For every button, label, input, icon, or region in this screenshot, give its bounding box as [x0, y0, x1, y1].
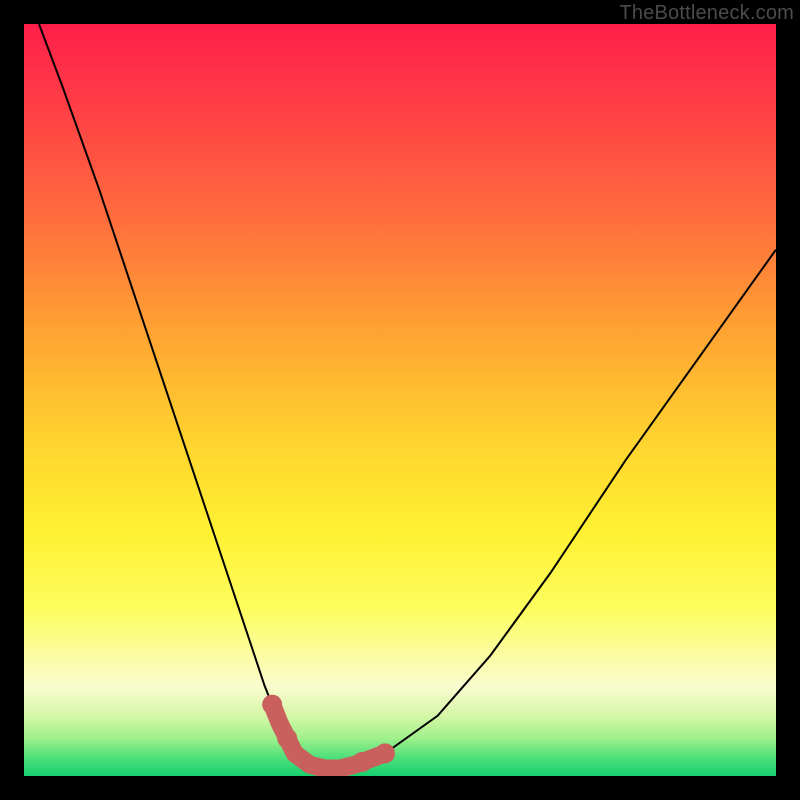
- bottleneck-curve-line: [39, 24, 776, 769]
- highlight-dot-right-1: [352, 752, 372, 772]
- highlight-dot-right-2: [375, 743, 395, 763]
- curve-group: [39, 24, 776, 772]
- plot-area: [24, 24, 776, 776]
- highlight-dot-left-2: [277, 728, 297, 748]
- highlight-dot-left-1: [262, 695, 282, 715]
- watermark-text: TheBottleneck.com: [619, 2, 794, 25]
- curve-svg: [24, 24, 776, 776]
